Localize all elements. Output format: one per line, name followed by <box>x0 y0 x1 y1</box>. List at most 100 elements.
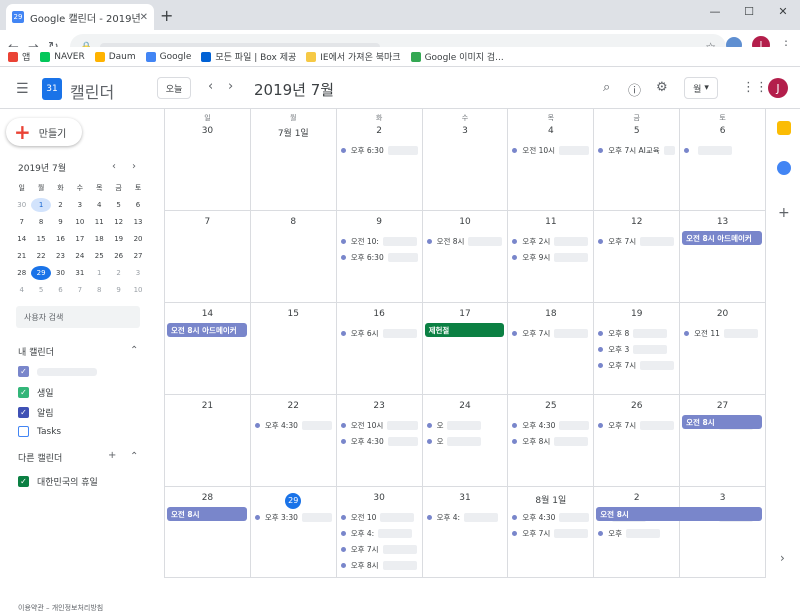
event-chip[interactable]: 오후 4:30 <box>254 418 332 432</box>
create-button[interactable]: + 만들기 <box>6 118 82 146</box>
all-day-event[interactable]: 오전 8시 <box>167 507 247 521</box>
mini-day[interactable]: 16 <box>51 235 70 243</box>
day-number[interactable]: 7월 1일 <box>251 126 336 139</box>
event-chip[interactable]: 오전 10: <box>340 234 418 248</box>
event-chip[interactable]: 오후 7시 <box>598 234 675 248</box>
mini-day[interactable]: 28 <box>12 269 31 277</box>
mini-day[interactable]: 12 <box>109 218 128 226</box>
next-month-button[interactable]: › <box>228 79 233 94</box>
calendar-list-item[interactable]: ✓ 생일 <box>18 386 54 399</box>
event-chip[interactable]: 오후 7시 AI교육 <box>598 143 676 157</box>
day-number[interactable]: 26 <box>594 401 679 411</box>
mini-day[interactable]: 17 <box>70 235 89 243</box>
day-number[interactable]: 2 <box>594 493 679 503</box>
all-day-event[interactable]: 오전 8시 아드메이커 <box>682 231 762 245</box>
add-calendar-icon[interactable]: + <box>108 450 116 461</box>
day-number[interactable]: 15 <box>251 309 336 319</box>
maximize-button[interactable]: ☐ <box>732 0 766 22</box>
day-number[interactable]: 18 <box>508 309 593 319</box>
event-chip[interactable]: 오후 4:30 <box>512 510 590 524</box>
mini-day[interactable]: 9 <box>109 286 128 294</box>
day-number[interactable]: 20 <box>680 309 765 319</box>
day-cell[interactable]: 8월 1일오후 4:30 오후 7시 <box>508 487 595 577</box>
mini-day[interactable]: 5 <box>109 201 128 209</box>
all-day-event[interactable]: 제헌절 <box>424 323 505 337</box>
day-cell[interactable]: 수3 <box>423 109 509 210</box>
day-number[interactable]: 22 <box>251 401 336 411</box>
event-chip[interactable]: 오후 3:30 <box>254 510 332 524</box>
main-menu-button[interactable]: ☰ <box>16 81 29 97</box>
close-window-button[interactable]: ✕ <box>766 0 800 22</box>
event-chip[interactable]: 오후 7시 <box>512 526 589 540</box>
event-chip[interactable]: 오후 4: <box>340 526 418 540</box>
tasks-icon[interactable] <box>777 161 791 175</box>
day-number[interactable]: 3 <box>680 493 765 503</box>
day-cell[interactable]: 25 오후 4:30 오후 8시 <box>508 395 595 486</box>
day-number[interactable]: 14 <box>165 309 250 319</box>
event-chip[interactable]: 오전 10시 <box>512 143 590 157</box>
event-chip[interactable]: 오전 8시 <box>426 234 504 248</box>
day-cell[interactable]: 7 <box>165 211 251 302</box>
expand-panel-icon[interactable]: › <box>780 551 785 565</box>
mini-prev-icon[interactable]: ‹ <box>112 161 116 172</box>
mini-day[interactable]: 10 <box>128 286 147 294</box>
day-cell[interactable]: 30 오전 10 오후 4: 오후 7시 오후 8시 <box>337 487 423 577</box>
user-search-input[interactable]: 사용자 검색 <box>16 306 140 328</box>
bookmark-box[interactable]: 모든 파일 | Box 제공 <box>201 50 296 63</box>
mini-day[interactable]: 31 <box>70 269 89 277</box>
day-cell[interactable]: 10 오전 8시 <box>423 211 509 302</box>
day-cell[interactable]: 15 <box>251 303 337 394</box>
event-chip[interactable]: 오전 10 <box>340 510 418 524</box>
day-number[interactable]: 7 <box>165 217 250 227</box>
event-chip[interactable]: 오후 3 <box>598 342 675 356</box>
day-cell[interactable]: 8 <box>251 211 337 302</box>
event-chip[interactable]: 오후 8시 <box>340 558 418 572</box>
event-chip[interactable]: 오후 <box>598 526 675 540</box>
chevron-up-icon[interactable]: ⌃ <box>130 451 138 462</box>
mini-day[interactable]: 4 <box>90 201 109 209</box>
mini-day[interactable]: 24 <box>70 252 89 260</box>
event-chip[interactable]: 오후 7시 <box>598 358 675 372</box>
mini-day[interactable]: 7 <box>12 218 31 226</box>
day-number[interactable]: 27 <box>680 401 765 411</box>
mini-day[interactable]: 6 <box>51 286 70 294</box>
day-cell[interactable]: 29 오후 3:30 <box>251 487 337 577</box>
event-chip[interactable]: 오후 7시 <box>340 542 418 556</box>
all-day-event[interactable]: 오전 8시 <box>682 415 762 429</box>
all-day-event[interactable]: 오전 8시 <box>596 507 762 521</box>
mini-day[interactable]: 1 <box>31 197 51 212</box>
day-number[interactable]: 8 <box>251 217 336 227</box>
mini-day[interactable]: 27 <box>128 252 147 260</box>
mini-day[interactable]: 1 <box>90 269 109 277</box>
day-number[interactable]: 28 <box>165 493 250 503</box>
day-number[interactable]: 8월 1일 <box>508 493 593 506</box>
day-number[interactable]: 30 <box>165 126 250 136</box>
calendar-list-item[interactable]: ✓ 알림 <box>18 406 54 419</box>
mini-day[interactable]: 23 <box>51 252 70 260</box>
keep-icon[interactable] <box>777 121 791 135</box>
checkbox[interactable]: ✓ <box>18 476 29 487</box>
view-selector[interactable]: 월 ▾ <box>684 77 718 99</box>
day-cell[interactable]: 16 오후 6시 <box>337 303 423 394</box>
event-chip[interactable]: 오후 4:30 <box>340 434 418 448</box>
day-number[interactable]: 13 <box>680 217 765 227</box>
day-cell[interactable]: 20 오전 11 <box>680 303 766 394</box>
event-chip[interactable]: 오후 4: <box>426 510 504 524</box>
day-cell[interactable]: 화 2 오후 6:30 <box>337 109 423 210</box>
day-number[interactable]: 21 <box>165 401 250 411</box>
event-chip[interactable]: 오후 6:30 <box>340 250 418 264</box>
day-cell[interactable]: 18 오후 7시 <box>508 303 595 394</box>
day-cell[interactable]: 14 <box>165 303 251 394</box>
day-number[interactable]: 3 <box>423 126 508 136</box>
mini-day[interactable]: 10 <box>70 218 89 226</box>
mini-day[interactable]: 30 <box>12 201 31 209</box>
day-number[interactable]: 29 <box>285 493 302 509</box>
mini-day[interactable]: 5 <box>31 286 50 294</box>
day-number[interactable]: 11 <box>508 217 593 227</box>
day-cell[interactable]: 17 <box>423 303 509 394</box>
day-cell[interactable]: 9 오전 10: 오후 6:30 <box>337 211 423 302</box>
help-icon[interactable]: ⓘ <box>628 80 641 99</box>
day-number[interactable]: 5 <box>594 126 679 136</box>
day-number[interactable]: 31 <box>423 493 508 503</box>
chevron-up-icon[interactable]: ⌃ <box>130 345 138 356</box>
